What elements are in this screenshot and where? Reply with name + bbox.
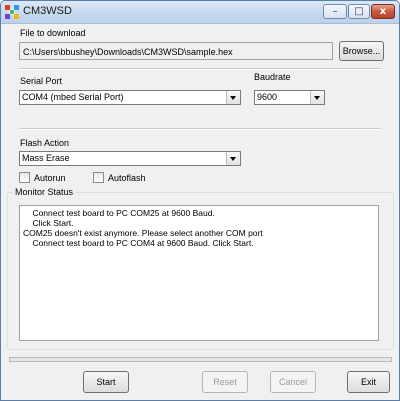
baudrate-label: Baudrate [254,72,291,82]
baudrate-value: 9600 [257,92,278,102]
title-bar[interactable]: CM3WSD – □ x [1,1,399,24]
maximize-icon: □ [354,6,364,17]
app-logo-icon [5,5,19,19]
exit-button[interactable]: Exit [347,371,390,393]
progress-bar [9,357,392,362]
separator-serial [19,128,381,130]
serial-port-label: Serial Port [20,76,63,86]
browse-button[interactable]: Browse... [339,41,384,61]
log-line: COM25 doesn't exist anymore. Please sele… [23,228,263,238]
serial-port-select[interactable]: COM4 (mbed Serial Port) [19,90,241,105]
reset-button[interactable]: Reset [202,371,248,393]
cancel-button[interactable]: Cancel [270,371,316,393]
file-label: File to download [20,28,86,38]
flash-action-label: Flash Action [20,138,70,148]
log-line: Connect test board to PC COM4 at 9600 Ba… [23,238,254,248]
separator-file [19,68,381,70]
serial-port-value: COM4 (mbed Serial Port) [22,92,124,102]
app-window: CM3WSD – □ x File to download C:\Users\b… [0,0,400,401]
baudrate-select[interactable]: 9600 [254,90,325,105]
flash-action-select[interactable]: Mass Erase [19,151,241,166]
close-icon: x [379,6,387,17]
file-path-field[interactable]: C:\Users\bbushey\Downloads\CM3WSD\sample… [19,42,333,60]
minimize-button[interactable]: – [323,4,347,19]
log-line: Click Start. [23,218,74,228]
monitor-log[interactable]: Connect test board to PC COM25 at 9600 B… [19,205,379,341]
monitor-status-title: Monitor Status [13,187,76,197]
autorun-label: Autorun [34,173,66,183]
chevron-down-icon[interactable] [310,91,324,104]
window-title: CM3WSD [23,5,72,17]
start-button[interactable]: Start [83,371,129,393]
autoflash-checkbox[interactable] [93,172,104,183]
log-line: Connect test board to PC COM25 at 9600 B… [23,208,215,218]
chevron-down-icon[interactable] [226,91,240,104]
close-button[interactable]: x [371,4,395,19]
minimize-icon: – [332,6,338,17]
chevron-down-icon[interactable] [226,152,240,165]
autoflash-label: Autoflash [108,173,146,183]
maximize-button[interactable]: □ [348,4,370,19]
autorun-checkbox[interactable] [19,172,30,183]
flash-action-value: Mass Erase [22,153,70,163]
